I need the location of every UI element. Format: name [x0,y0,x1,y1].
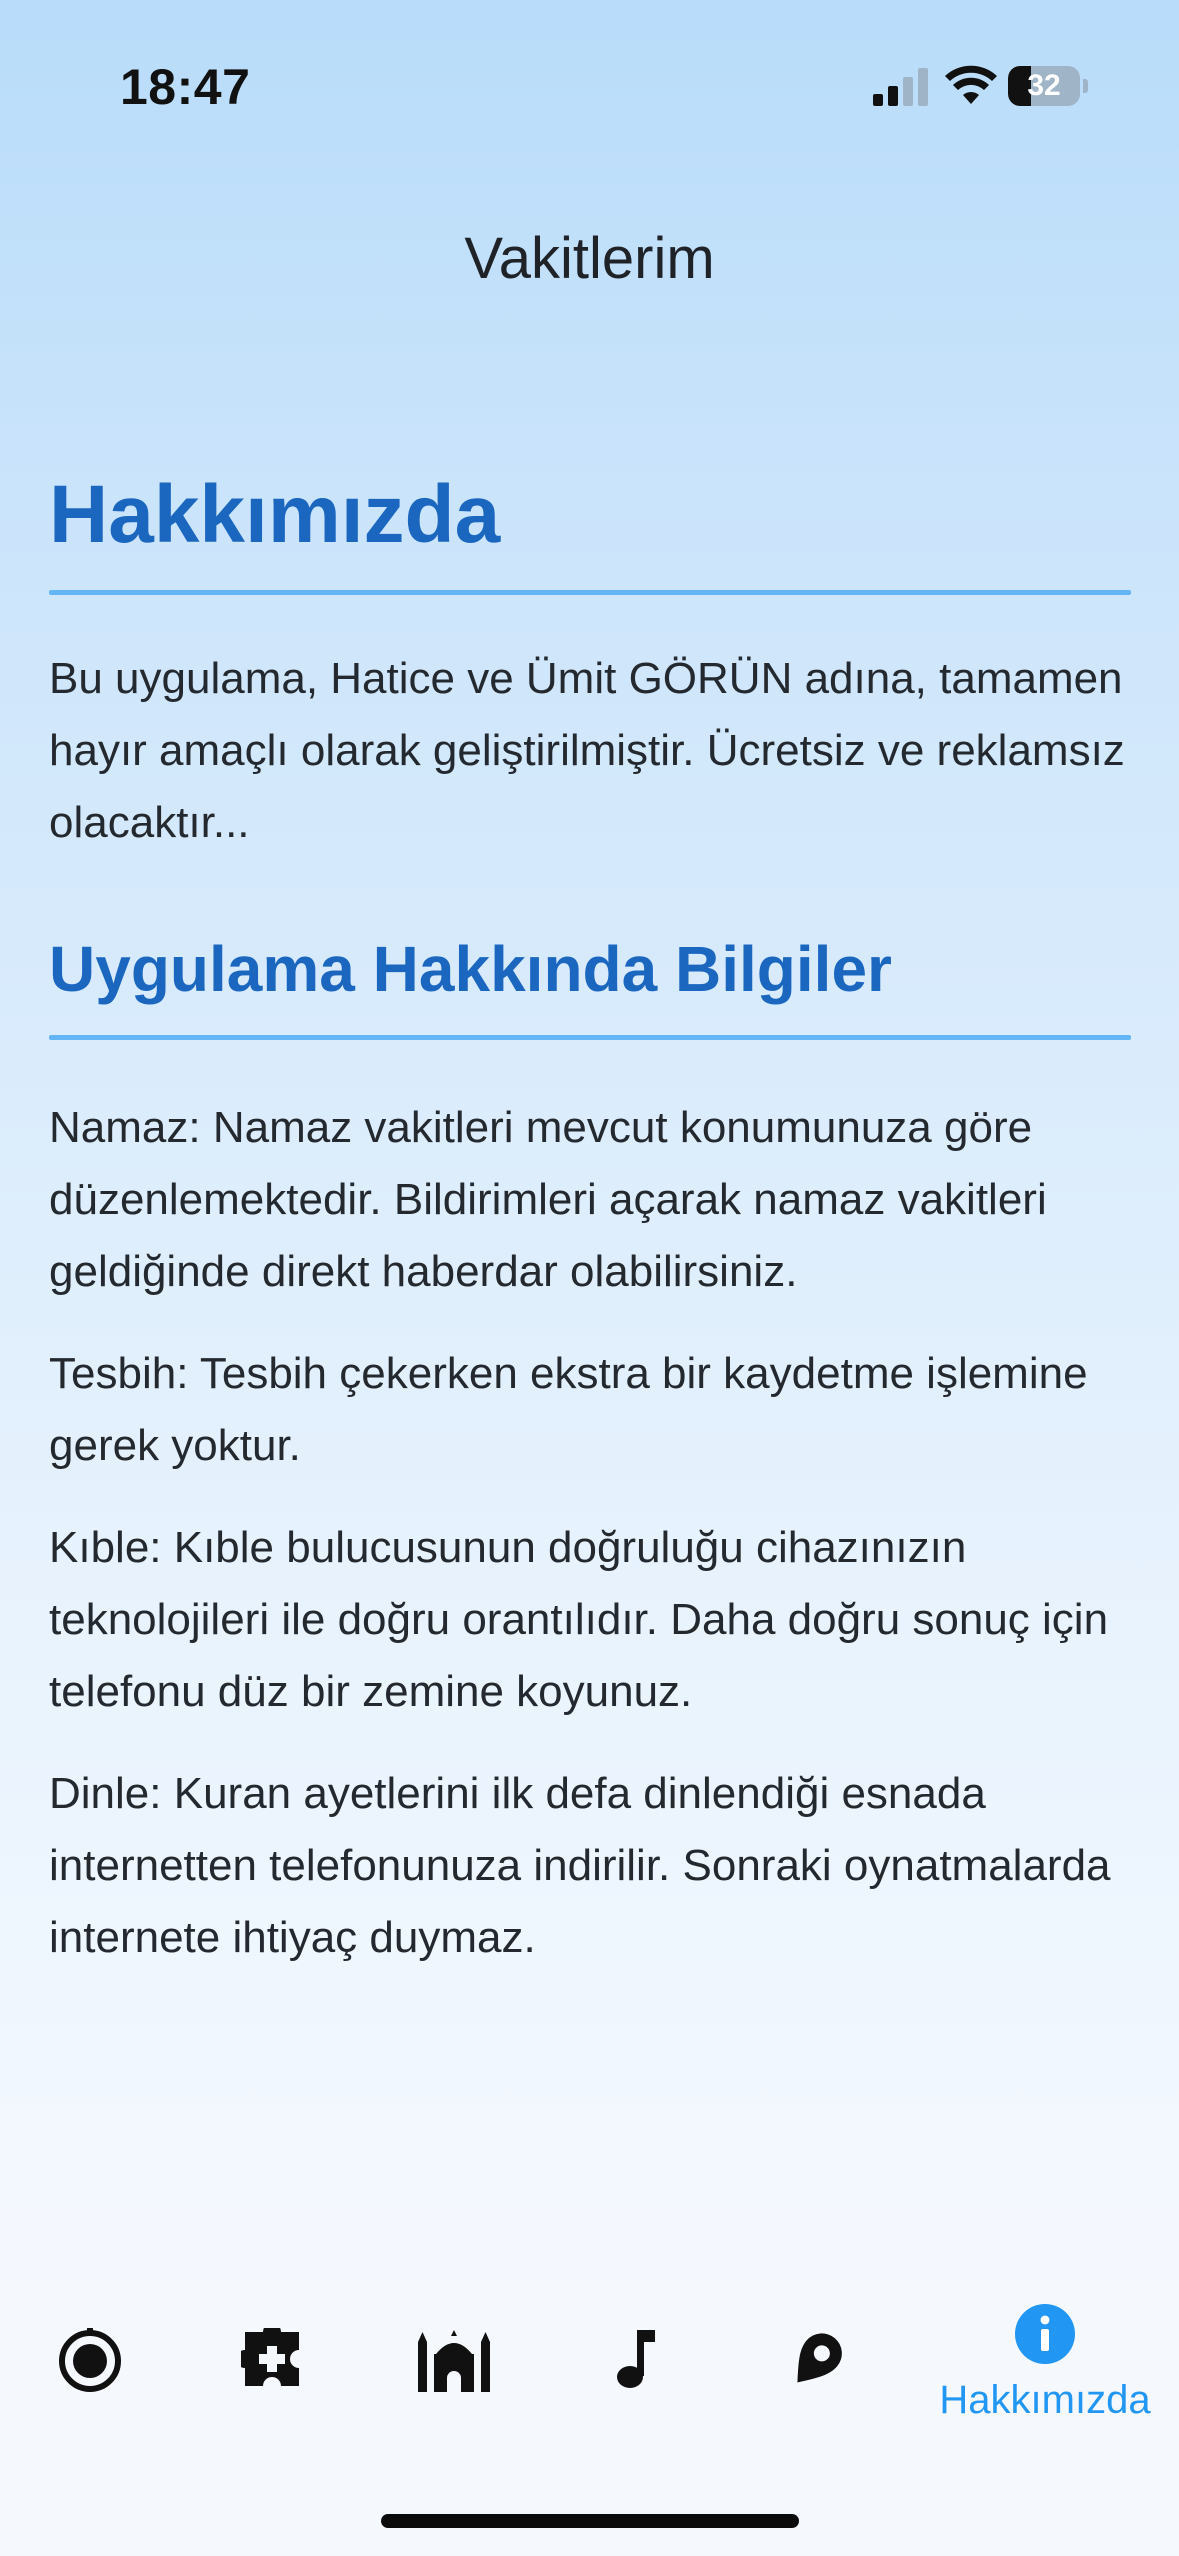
intro-paragraph: Bu uygulama, Hatice ve Ümit GÖRÜN adına,… [49,654,1125,847]
signal-icon [873,68,928,106]
info-item-dinle: Dinle: Kuran ayetlerini ilk defa dinlend… [49,1769,1111,1962]
wifi-icon [945,65,997,104]
target-icon [59,2328,121,2392]
info-item-tesbih: Tesbih: Tesbih çekerken ekstra bir kayde… [49,1349,1088,1470]
home-indicator[interactable] [381,2514,799,2528]
puzzle-icon [241,2328,299,2386]
music-note-icon [617,2330,655,2388]
status-time: 18:47 [120,59,251,115]
heading-divider [49,590,1131,595]
status-bar: 18:47 32 [0,0,1179,150]
info-item-kible: Kıble: Kıble bulucusunun doğruluğu cihaz… [49,1523,1109,1716]
nav-item-puzzle[interactable] [192,2308,352,2458]
nav-item-location[interactable] [738,2308,898,2458]
battery-icon: 32 [1008,66,1088,106]
nav-item-music[interactable] [556,2308,716,2458]
nav-label-about: Hakkımızda [939,2378,1151,2422]
nav-item-target[interactable] [10,2308,170,2458]
app-title: Vakitlerim [464,226,715,291]
nav-item-about[interactable]: Hakkımızda [920,2304,1170,2454]
info-item-namaz: Namaz: Namaz vakitleri mevcut konumunuza… [49,1103,1047,1296]
info-icon [1015,2304,1075,2364]
battery-percent: 32 [1027,69,1061,102]
info-heading: Uygulama Hakkında Bilgiler [49,933,892,1005]
location-pin-icon [797,2333,842,2383]
nav-item-mosque[interactable] [374,2308,534,2458]
mosque-icon [418,2330,490,2392]
about-heading: Hakkımızda [49,469,501,560]
about-content: Hakkımızda Bu uygulama, Hatice ve Ümit G… [49,460,1131,2004]
info-divider [49,1035,1131,1040]
info-list: Namaz: Namaz vakitleri mevcut konumunuza… [49,1092,1131,1974]
